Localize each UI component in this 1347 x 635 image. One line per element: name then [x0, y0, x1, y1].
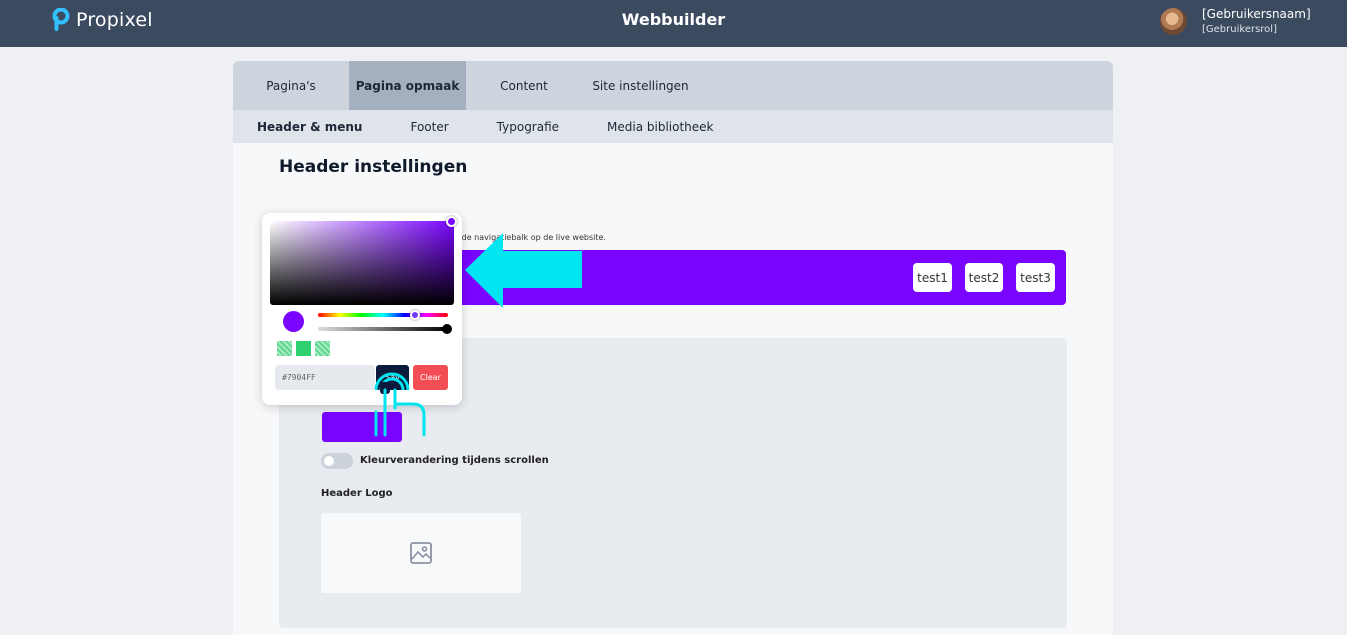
subtab-header-menu[interactable]: Header & menu: [257, 110, 362, 143]
header-logo-label: Header Logo: [321, 488, 393, 499]
color-preset[interactable]: [277, 341, 292, 356]
main-tabs: Pagina's Pagina opmaak Content Site inst…: [233, 61, 1113, 110]
tap-hand-icon: [374, 372, 426, 437]
saturation-value-area[interactable]: [270, 221, 454, 305]
preview-nav-item[interactable]: test1: [913, 263, 952, 292]
scroll-color-toggle-label: Kleurverandering tijdens scrollen: [360, 455, 549, 466]
subtab-footer[interactable]: Footer: [410, 110, 448, 143]
subtab-typografie[interactable]: Typografie: [497, 110, 559, 143]
user-role: [Gebruikersrol]: [1202, 24, 1277, 35]
image-icon: [410, 542, 432, 564]
header-logo-upload[interactable]: [321, 513, 521, 593]
avatar[interactable]: [1160, 8, 1187, 35]
tab-paginas[interactable]: Pagina's: [233, 61, 349, 110]
sub-tabs: Header & menu Footer Typografie Media bi…: [233, 110, 1113, 143]
tab-content[interactable]: Content: [466, 61, 582, 110]
saturation-handle[interactable]: [446, 216, 457, 227]
tab-pagina-opmaak[interactable]: Pagina opmaak: [349, 61, 466, 110]
toggle-knob: [324, 456, 334, 466]
color-preset[interactable]: [296, 341, 311, 356]
color-picker-popup: Sav Clear: [262, 213, 462, 405]
page-title: Header instellingen: [279, 157, 468, 177]
opacity-slider-handle[interactable]: [442, 324, 452, 334]
hex-color-input[interactable]: [275, 365, 375, 390]
hue-slider[interactable]: [318, 313, 448, 317]
user-name[interactable]: [Gebruikersnaam]: [1202, 7, 1311, 21]
current-color-preview: [283, 311, 304, 332]
hue-slider-handle[interactable]: [410, 310, 420, 320]
pointer-arrow-icon: [465, 233, 582, 308]
top-bar: Propixel Webbuilder [Gebruikersnaam] [Ge…: [0, 0, 1347, 47]
app-title: Webbuilder: [621, 10, 726, 29]
opacity-slider[interactable]: [318, 327, 448, 331]
tab-site-instellingen[interactable]: Site instellingen: [582, 61, 699, 110]
color-preset[interactable]: [315, 341, 330, 356]
subtab-media-bibliotheek[interactable]: Media bibliotheek: [607, 110, 713, 143]
preview-nav-item[interactable]: test2: [965, 263, 1003, 292]
preview-nav-item[interactable]: test3: [1016, 263, 1055, 292]
scroll-color-toggle[interactable]: [321, 453, 353, 469]
